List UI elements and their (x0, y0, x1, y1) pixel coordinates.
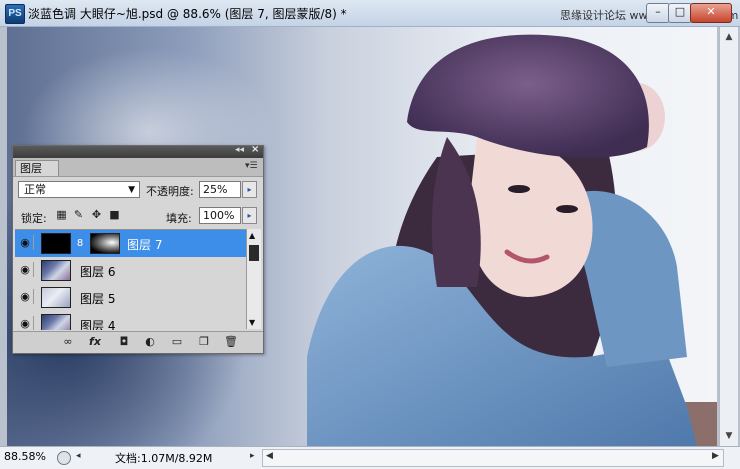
vertical-scrollbar[interactable]: ▲ ▼ (719, 27, 738, 446)
layer-mask-thumbnail[interactable] (90, 233, 120, 254)
layer-thumbnail[interactable] (41, 260, 71, 281)
fx-icon[interactable]: fx (88, 335, 102, 349)
layer-name[interactable]: 图层 7 (127, 236, 162, 253)
status-left-arrow-icon[interactable]: ◂ (76, 451, 81, 461)
layer-row-4[interactable]: ◉ 图层 4 (15, 311, 246, 330)
opacity-slider-button[interactable]: ▸ (242, 181, 257, 198)
blend-mode-select[interactable]: 正常 ▼ (18, 181, 140, 198)
scroll-down-icon[interactable]: ▼ (249, 318, 255, 327)
layer-name[interactable]: 图层 6 (80, 263, 115, 280)
layer-row-5[interactable]: ◉ 图层 5 (15, 284, 246, 312)
opacity-label: 不透明度: (146, 185, 194, 198)
lock-image-brush-icon[interactable]: ✎ (73, 209, 84, 220)
eye-icon[interactable]: ◉ (17, 262, 34, 277)
fill-input[interactable]: 100% (199, 207, 241, 224)
collapse-icon[interactable]: ◂◂ (235, 145, 244, 155)
document-size: 文档:1.07M/8.92M (115, 452, 213, 465)
lock-position-move-icon[interactable]: ✥ (91, 209, 102, 220)
layer-row-6[interactable]: ◉ 图层 6 (15, 257, 246, 285)
trash-icon[interactable]: 🗑 (224, 335, 238, 349)
lock-label: 锁定: (21, 212, 47, 225)
document-title: 淡蓝色调 大眼仔~旭.psd @ 88.6% (图层 7, 图层蒙版/8) * (28, 7, 347, 21)
layer-list: ◉ 8 图层 7 ◉ 图层 6 ◉ 图层 5 ◉ 图层 4 (15, 229, 246, 330)
panel-bottom-toolbar: ∞ fx ◘ ◐ ▭ ❐ 🗑 (13, 331, 263, 353)
right-eye (556, 205, 578, 213)
layer-row-7[interactable]: ◉ 8 图层 7 (15, 230, 246, 258)
layer-thumbnail[interactable] (41, 233, 71, 254)
status-menu-arrow-icon[interactable]: ▸ (250, 451, 255, 461)
folder-icon[interactable]: ▭ (170, 335, 184, 349)
link-icon[interactable]: ∞ (61, 335, 75, 349)
lock-transparent-icon[interactable]: ▦ (56, 209, 67, 220)
mask-icon[interactable]: ◘ (117, 335, 131, 349)
new-layer-icon[interactable]: ❐ (197, 335, 211, 349)
scroll-thumb[interactable] (249, 245, 259, 261)
panel-menu-icon[interactable]: ▾☰ (245, 161, 258, 171)
layer-thumbnail[interactable] (41, 287, 71, 308)
scroll-left-icon[interactable]: ◀ (266, 451, 273, 461)
layer-name[interactable]: 图层 4 (80, 317, 115, 330)
eye-icon[interactable]: ◉ (17, 316, 34, 330)
zoom-level[interactable]: 88.58% (4, 450, 46, 463)
eye-icon[interactable]: ◉ (17, 289, 34, 304)
opacity-input[interactable]: 25% (199, 181, 241, 198)
panel-tab-row: 图层 ▾☰ (13, 158, 263, 177)
panel-drag-bar[interactable]: ◂◂ × (13, 144, 263, 158)
layer-list-scrollbar[interactable]: ▲ ▼ (246, 229, 261, 329)
chain-link-icon[interactable]: 8 (75, 238, 85, 249)
horizontal-scrollbar[interactable] (262, 449, 724, 467)
scroll-right-icon[interactable]: ▶ (712, 451, 719, 461)
minimize-button[interactable]: – (646, 3, 670, 23)
chevron-down-icon: ▼ (128, 185, 135, 195)
status-bar: 88.58% ◂ 文档:1.07M/8.92M ▸ ◀ ▶ (0, 446, 740, 469)
fill-label: 填充: (166, 212, 192, 225)
tab-layers[interactable]: 图层 (15, 160, 59, 176)
left-eye (508, 185, 530, 193)
maximize-button[interactable]: □ (668, 3, 692, 23)
layers-panel: ◂◂ × 图层 ▾☰ 正常 ▼ 不透明度: 25% ▸ 锁定: ▦ ✎ ✥ ■ … (12, 144, 264, 354)
layer-thumbnail[interactable] (41, 314, 71, 330)
lock-all-padlock-icon[interactable]: ■ (109, 209, 120, 220)
panel-close-icon[interactable]: × (251, 144, 259, 155)
status-info-icon[interactable] (57, 451, 71, 465)
knit-hat (407, 34, 649, 158)
scroll-up-icon[interactable]: ▲ (722, 30, 736, 44)
blend-mode-value: 正常 (24, 183, 46, 196)
adjustment-icon[interactable]: ◐ (143, 335, 157, 349)
layer-name[interactable]: 图层 5 (80, 290, 115, 307)
scroll-down-icon[interactable]: ▼ (722, 429, 736, 443)
eye-icon[interactable]: ◉ (17, 235, 34, 250)
scroll-up-icon[interactable]: ▲ (249, 231, 255, 240)
fill-slider-button[interactable]: ▸ (242, 207, 257, 224)
close-button[interactable]: ✕ (690, 3, 732, 23)
title-bar: PS 淡蓝色调 大眼仔~旭.psd @ 88.6% (图层 7, 图层蒙版/8)… (0, 0, 740, 27)
photoshop-app-icon[interactable]: PS (5, 4, 25, 24)
